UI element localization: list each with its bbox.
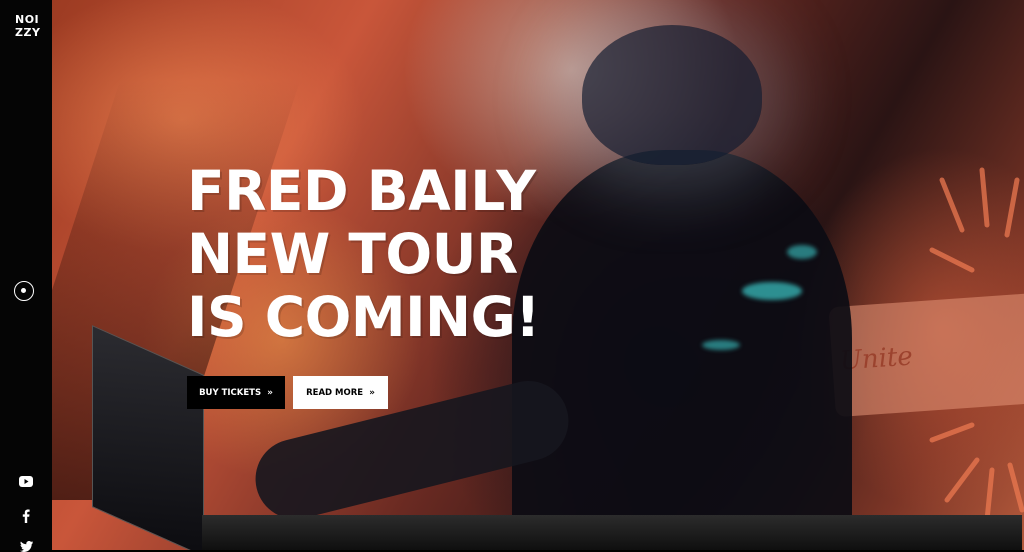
- performer-hood: [582, 25, 762, 165]
- stage-light: [702, 340, 740, 350]
- menu-circle-icon[interactable]: [14, 281, 34, 301]
- read-more-label: READ MORE: [306, 387, 364, 398]
- buy-tickets-button[interactable]: BUY TICKETS »: [187, 376, 285, 409]
- mural-rays: [929, 167, 1024, 523]
- logo-line-2: ZZY: [15, 26, 41, 39]
- double-chevron-right-icon: »: [267, 387, 273, 398]
- sidebar: NOI ZZY: [0, 0, 52, 552]
- hero-headline: FRED BAILY NEW TOUR IS COMING!: [187, 160, 540, 349]
- logo-line-1: NOI: [15, 13, 40, 26]
- stage-light: [742, 282, 802, 300]
- facebook-icon[interactable]: [0, 509, 52, 523]
- dj-deck: [202, 515, 1022, 550]
- headline-line-1: FRED BAILY: [187, 159, 536, 223]
- twitter-icon[interactable]: [0, 541, 52, 552]
- logo[interactable]: NOI ZZY: [15, 13, 41, 39]
- performer-body: [512, 150, 852, 550]
- headline-line-2: NEW TOUR: [187, 222, 518, 286]
- buy-tickets-label: BUY TICKETS: [199, 387, 262, 398]
- headline-line-3: IS COMING!: [187, 285, 540, 349]
- read-more-button[interactable]: READ MORE »: [293, 376, 388, 409]
- double-chevron-right-icon: »: [369, 387, 375, 398]
- youtube-icon[interactable]: [0, 476, 52, 487]
- stage-light: [787, 245, 817, 259]
